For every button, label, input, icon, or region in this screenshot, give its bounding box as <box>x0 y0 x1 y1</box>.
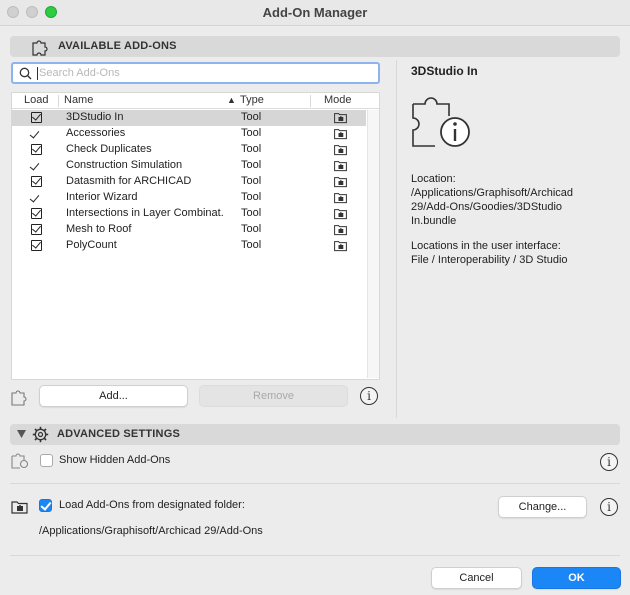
folder-path: /Applications/Graphisoft/Archicad 29/Add… <box>39 525 263 537</box>
load-checkbox[interactable] <box>31 240 42 251</box>
load-folder-label: Load Add-Ons from designated folder: <box>59 499 245 511</box>
title-bar: Add-On Manager <box>0 0 630 26</box>
column-header-mode[interactable]: Mode <box>324 94 352 106</box>
section-divider <box>10 483 620 484</box>
mode-folder-icon[interactable] <box>334 224 347 236</box>
ok-button[interactable]: OK <box>532 567 621 589</box>
table-row[interactable]: Accessories Tool <box>12 126 366 142</box>
addon-puzzle-icon <box>11 390 27 406</box>
location-path-line: In.bundle <box>411 215 457 227</box>
addon-type: Tool <box>241 223 262 235</box>
search-placeholder: Search Add-Ons <box>39 67 120 79</box>
addon-name: Datasmith for ARCHICAD <box>66 175 192 187</box>
table-row[interactable]: 3DStudio In Tool <box>12 110 366 126</box>
mode-folder-icon[interactable] <box>334 160 347 172</box>
addon-type: Tool <box>241 191 262 203</box>
addon-type: Tool <box>241 111 262 123</box>
load-checkbox[interactable] <box>31 112 42 123</box>
load-checkmark-icon[interactable] <box>29 128 40 139</box>
gear-icon <box>32 426 49 443</box>
addon-type: Tool <box>241 175 262 187</box>
location-path-line: 29/Add-Ons/Goodies/3DStudio <box>411 201 563 213</box>
search-input[interactable]: Search Add-Ons <box>11 62 380 84</box>
mode-folder-icon[interactable] <box>334 128 347 140</box>
addon-name: Check Duplicates <box>66 143 152 155</box>
table-row[interactable]: Intersections in Layer Combinat... Tool <box>12 206 366 222</box>
mode-folder-icon[interactable] <box>334 240 347 252</box>
ui-locations-label: Locations in the user interface: <box>411 240 561 252</box>
addon-type: Tool <box>241 127 262 139</box>
table-row[interactable]: Mesh to Roof Tool <box>12 222 366 238</box>
info-icon[interactable]: i <box>360 387 378 405</box>
column-separator <box>310 95 311 107</box>
detail-title: 3DStudio In <box>411 64 478 78</box>
advanced-settings-header[interactable]: ADVANCED SETTINGS <box>10 424 620 445</box>
column-header-name[interactable]: Name <box>64 94 93 106</box>
column-header-load[interactable]: Load <box>24 94 48 106</box>
addons-table: Load Name ▲ Type Mode 3DStudio In Tool Acc… <box>11 92 380 380</box>
location-path-line: /Applications/Graphisoft/Archicad <box>411 187 574 199</box>
load-checkbox[interactable] <box>31 176 42 187</box>
addon-name: Mesh to Roof <box>66 223 132 235</box>
addon-name: Accessories <box>66 127 126 139</box>
addon-name: PolyCount <box>66 239 117 251</box>
puzzle-icon <box>32 40 48 56</box>
addon-name: Construction Simulation <box>66 159 183 171</box>
addon-type: Tool <box>241 239 262 251</box>
info-icon[interactable]: i <box>600 453 618 471</box>
addon-type: Tool <box>241 207 262 219</box>
panel-divider <box>396 60 397 418</box>
footer-divider <box>10 555 620 556</box>
hidden-addons-icon <box>11 453 29 469</box>
text-caret <box>37 67 38 80</box>
show-hidden-label: Show Hidden Add-Ons <box>59 454 171 466</box>
info-icon[interactable]: i <box>600 498 618 516</box>
column-separator <box>58 95 59 107</box>
mode-folder-icon[interactable] <box>334 192 347 204</box>
addon-type: Tool <box>241 143 262 155</box>
available-addons-header: AVAILABLE ADD-ONS <box>10 36 620 57</box>
table-row[interactable]: Check Duplicates Tool <box>12 142 366 158</box>
mode-folder-icon[interactable] <box>334 112 347 124</box>
addon-info-icon <box>412 97 470 147</box>
add-button[interactable]: Add... <box>39 385 188 407</box>
table-scrollbar[interactable] <box>367 110 379 378</box>
addon-name: Interior Wizard <box>66 191 138 203</box>
table-header: Load Name ▲ Type Mode <box>12 93 379 109</box>
search-icon <box>19 67 32 80</box>
table-row[interactable]: Construction Simulation Tool <box>12 158 366 174</box>
load-checkbox[interactable] <box>31 144 42 155</box>
advanced-settings-title: ADVANCED SETTINGS <box>57 428 180 440</box>
load-checkmark-icon[interactable] <box>29 160 40 171</box>
addon-type: Tool <box>241 159 262 171</box>
table-row[interactable]: PolyCount Tool <box>12 238 366 254</box>
addon-name: 3DStudio In <box>66 111 124 123</box>
show-hidden-checkbox[interactable] <box>40 454 53 467</box>
table-row[interactable]: Datasmith for ARCHICAD Tool <box>12 174 366 190</box>
change-folder-button[interactable]: Change... <box>498 496 587 518</box>
window-title: Add-On Manager <box>262 5 368 20</box>
disclosure-triangle-icon[interactable] <box>17 430 26 438</box>
load-folder-checkbox[interactable] <box>39 499 52 512</box>
mode-folder-icon[interactable] <box>334 208 347 220</box>
column-header-type[interactable]: Type <box>240 94 264 106</box>
addon-name: Intersections in Layer Combinat... <box>66 207 224 219</box>
load-checkbox[interactable] <box>31 208 42 219</box>
folder-icon <box>11 501 28 514</box>
mode-folder-icon[interactable] <box>334 176 347 188</box>
remove-button[interactable]: Remove <box>199 385 348 407</box>
ui-locations-path: File / Interoperability / 3D Studio <box>411 254 568 266</box>
load-checkbox[interactable] <box>31 224 42 235</box>
available-addons-title: AVAILABLE ADD-ONS <box>58 40 177 52</box>
sort-ascending-icon: ▲ <box>227 95 236 105</box>
cancel-button[interactable]: Cancel <box>431 567 522 589</box>
table-row[interactable]: Interior Wizard Tool <box>12 190 366 206</box>
load-checkmark-icon[interactable] <box>29 192 40 203</box>
location-label: Location: <box>411 173 456 185</box>
mode-folder-icon[interactable] <box>334 144 347 156</box>
